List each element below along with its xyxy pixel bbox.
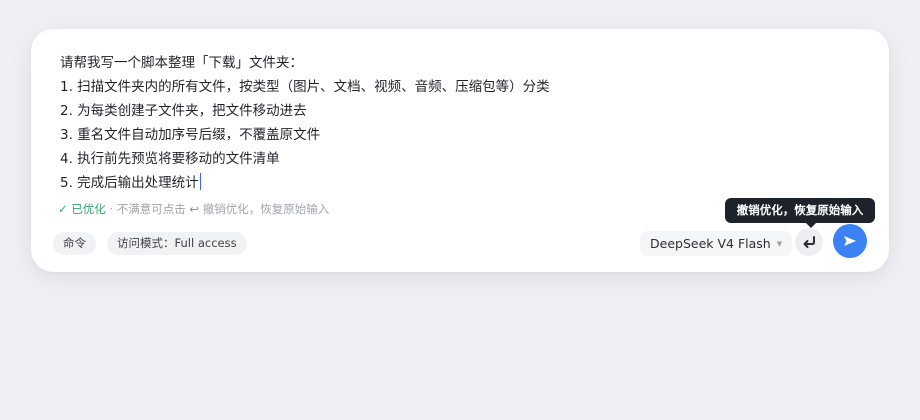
access-mode-chip[interactable]: 访问模式：Full access (107, 232, 247, 255)
prompt-line-last: 5. 完成后输出处理统计 (60, 171, 840, 195)
undo-optimization-button[interactable] (795, 228, 823, 256)
model-selector[interactable]: DeepSeek V4 Flash ▼ (640, 231, 793, 256)
prompt-line: 3. 重名文件自动加序号后缀，不覆盖原文件 (60, 127, 321, 143)
prompt-textarea[interactable]: 请帮我写一个脚本整理「下载」文件夹： 1. 扫描文件夹内的所有文件，按类型（图片… (60, 51, 840, 195)
optimization-status: ✓ 已优化 · 不满意可点击 ↩ 撤销优化，恢复原始输入 (58, 201, 329, 217)
prompt-line: 1. 扫描文件夹内的所有文件，按类型（图片、文档、视频、音频、压缩包等）分类 (60, 79, 550, 95)
inline-undo-icon: ↩ (189, 202, 200, 216)
prompt-line: 2. 为每类创建子文件夹，把文件移动进去 (60, 103, 307, 119)
model-name: DeepSeek V4 Flash (650, 236, 771, 251)
command-chip[interactable]: 命令 (53, 232, 96, 255)
prompt-line-text: 5. 完成后输出处理统计 (60, 175, 199, 191)
undo-tooltip: 撤销优化，恢复原始输入 (725, 198, 875, 228)
prompt-line: 4. 执行前先预览将要移动的文件清单 (60, 151, 280, 167)
hint-prefix: · 不满意可点击 (105, 202, 190, 216)
send-icon (844, 236, 856, 246)
hint-suffix: 撤销优化，恢复原始输入 (199, 202, 330, 216)
chevron-down-icon: ▼ (776, 240, 783, 248)
text-caret (199, 173, 202, 190)
optimized-label: ✓ 已优化 (58, 202, 106, 216)
undo-arrow-icon (803, 236, 815, 248)
composer-card: 请帮我写一个脚本整理「下载」文件夹： 1. 扫描文件夹内的所有文件，按类型（图片… (31, 29, 889, 272)
prompt-line: 请帮我写一个脚本整理「下载」文件夹： (60, 55, 303, 71)
send-button[interactable] (833, 224, 867, 258)
